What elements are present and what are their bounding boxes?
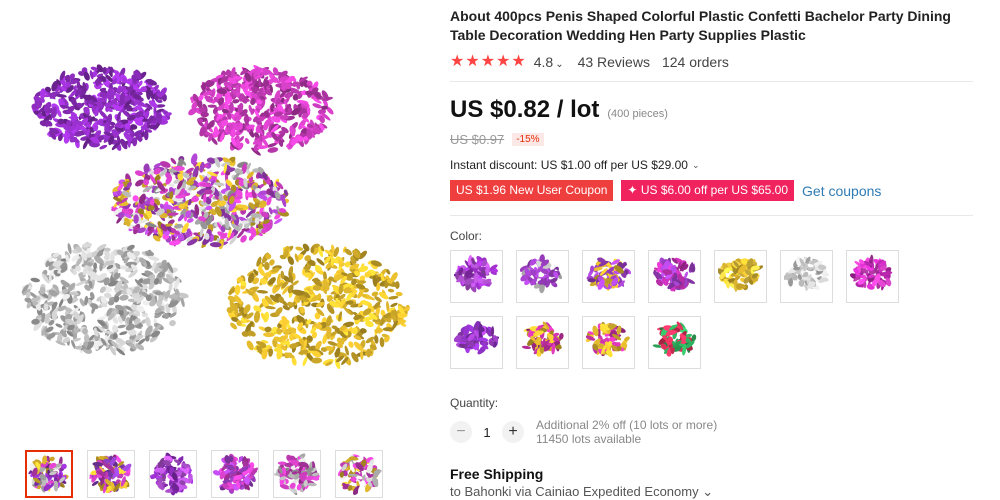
color-swatch[interactable] — [780, 250, 833, 303]
swatch-image — [520, 254, 563, 294]
rating-value[interactable]: 4.8 ⌄ — [534, 54, 564, 70]
swatch-image — [454, 255, 498, 293]
orders-count: 124 orders — [661, 54, 729, 70]
color-swatch[interactable] — [582, 316, 635, 369]
star-icon: ★ — [465, 53, 480, 70]
new-user-coupon[interactable]: US $1.96 New User Coupon — [450, 180, 614, 201]
thumbnail-image — [212, 453, 258, 494]
get-coupons-link[interactable]: Get coupons — [802, 183, 881, 199]
thumbnail-magenta[interactable] — [211, 450, 259, 498]
quantity-stepper: − 1 + Additional 2% off (10 lots or more… — [450, 418, 980, 446]
product-info: About 400pcs Penis Shaped Colorful Plast… — [450, 0, 980, 500]
swatch-image — [586, 257, 631, 291]
thumbnail-image — [274, 453, 320, 496]
bulk-discount-note: Additional 2% off (10 lots or more) — [536, 418, 718, 432]
color-swatches — [450, 250, 980, 376]
color-swatch[interactable] — [582, 250, 635, 303]
color-swatch[interactable] — [648, 250, 701, 303]
thumbnail-image — [28, 455, 69, 493]
color-swatch[interactable] — [450, 250, 503, 303]
product-gallery — [0, 0, 430, 500]
swatch-image — [586, 321, 630, 358]
thumbnail-gold-label[interactable] — [335, 450, 383, 498]
product-title: About 400pcs Penis Shaped Colorful Plast… — [450, 8, 951, 43]
price-row: US $0.82 / lot (400 pieces) — [450, 96, 980, 124]
store-coupon-text: US $6.00 off per US $65.00 — [640, 183, 789, 197]
color-swatch[interactable] — [648, 316, 701, 369]
main-product-image[interactable] — [20, 50, 412, 420]
quantity-notes: Additional 2% off (10 lots or more) 1145… — [536, 418, 717, 446]
thumbnail-magenta-silver[interactable] — [273, 450, 321, 498]
thumbnail-strip — [25, 450, 395, 500]
store-coupon[interactable]: ✦ US $6.00 off per US $65.00 — [621, 180, 795, 201]
swatch-image — [784, 255, 829, 292]
star-icon: ★ — [511, 53, 526, 70]
thumbnail-purple[interactable] — [149, 450, 197, 498]
swatch-image — [454, 320, 499, 355]
star-icon: ★ — [496, 53, 511, 70]
shipping-detail-text: to Bahonki via Cainiao Expedited Economy — [450, 484, 699, 499]
divider — [450, 81, 973, 82]
current-price: US $0.82 / lot — [450, 96, 600, 123]
increase-button[interactable]: + — [502, 421, 524, 443]
quantity-input[interactable]: 1 — [472, 425, 502, 440]
original-price-row: US $0.97 -15% — [450, 132, 980, 147]
swatch-image — [653, 257, 696, 292]
original-price: US $0.97 — [450, 132, 505, 147]
swatch-image — [850, 254, 893, 291]
shipping-detail[interactable]: to Bahonki via Cainiao Expedited Economy… — [450, 484, 980, 500]
swatch-image — [652, 321, 697, 357]
star-icon: ★ — [480, 53, 496, 70]
thumbnail-mixed[interactable] — [25, 450, 73, 498]
thumbnail-image — [150, 452, 194, 496]
shipping-title: Free Shipping — [450, 466, 544, 482]
swatch-image — [718, 258, 763, 293]
reviews-link[interactable]: 43 Reviews — [578, 54, 650, 70]
thumbnail-gold-magenta[interactable] — [87, 450, 135, 498]
star-icon: ★ — [450, 53, 465, 70]
rating-row: ★ ★ ★ ★ ★ 4.8 ⌄ 43 Reviews 124 orders — [450, 51, 980, 73]
discount-badge: -15% — [512, 133, 544, 146]
divider — [450, 215, 973, 216]
color-label: Color: — [450, 229, 483, 243]
coupon-row: US $1.96 New User Coupon ✦ US $6.00 off … — [450, 180, 980, 201]
chevron-down-icon: ⌄ — [691, 159, 700, 170]
plus-icon: ✦ — [627, 183, 641, 197]
thumbnail-image — [89, 454, 132, 494]
chevron-down-icon: ⌄ — [702, 484, 714, 499]
instant-discount-text: Instant discount: US $1.00 off per US $2… — [450, 158, 688, 172]
chevron-down-icon: ⌄ — [555, 59, 564, 70]
instant-discount[interactable]: Instant discount: US $1.00 off per US $2… — [450, 158, 980, 172]
rating-text: 4.8 — [533, 54, 554, 70]
color-swatch[interactable] — [516, 250, 569, 303]
stock-available: 11450 lots available — [536, 432, 642, 446]
swatch-image — [521, 321, 564, 357]
color-swatch[interactable] — [846, 250, 899, 303]
confetti-piles-image — [21, 64, 410, 370]
color-swatch[interactable] — [516, 316, 569, 369]
lot-pieces: (400 pieces) — [607, 108, 668, 120]
decrease-button[interactable]: − — [450, 421, 472, 443]
color-swatch[interactable] — [714, 250, 767, 303]
quantity-label: Quantity: — [450, 396, 499, 410]
color-swatch[interactable] — [450, 316, 503, 369]
star-rating[interactable]: ★ ★ ★ ★ ★ — [450, 54, 526, 70]
thumbnail-image — [337, 454, 382, 495]
